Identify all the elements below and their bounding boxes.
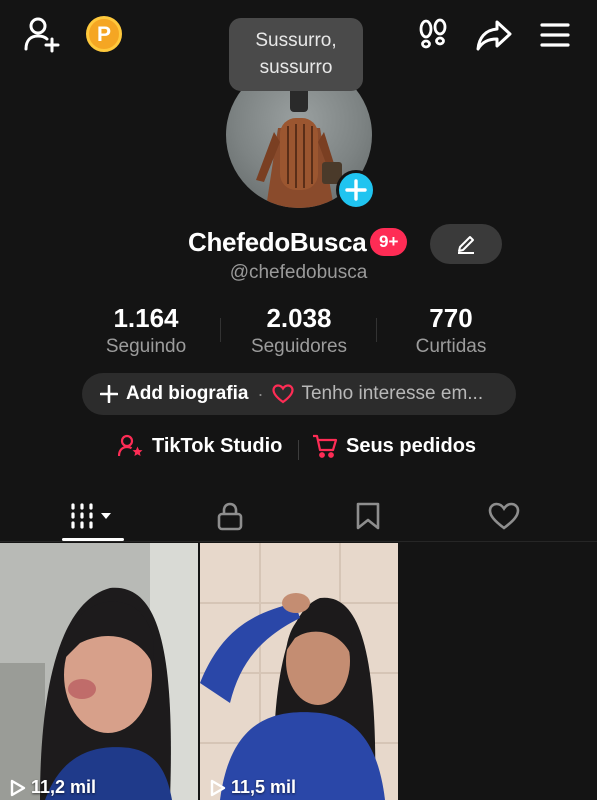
name-row: ChefedoBusca 9+: [0, 224, 597, 264]
tab-private[interactable]: [200, 490, 260, 542]
view-count-text: 11,2 mil: [31, 777, 97, 797]
video-grid: 11,2 mil 11,5 mil: [0, 543, 597, 800]
tooltip-line-1: Sussurro,: [255, 30, 337, 51]
heart-icon: [272, 384, 295, 404]
share-icon[interactable]: [474, 16, 514, 54]
heart-outline-icon: [488, 502, 520, 530]
add-story-button[interactable]: [336, 170, 376, 210]
video-thumbnail[interactable]: 11,5 mil: [200, 543, 398, 800]
bio-separator: ·: [257, 383, 264, 404]
video-thumbnail[interactable]: 11,2 mil: [0, 543, 198, 800]
links-divider: [298, 440, 299, 460]
stat-value: 770: [429, 303, 473, 333]
username: ChefedoBusca: [188, 227, 367, 257]
play-icon: [10, 779, 26, 796]
cart-icon: [313, 434, 338, 458]
profile-handle: @chefedobusca: [229, 262, 368, 283]
stat-value: 1.164: [113, 303, 179, 333]
stat-value: 2.038: [266, 303, 332, 333]
bookmark-icon: [356, 502, 380, 530]
tiktok-studio-label: TikTok Studio: [152, 434, 283, 457]
tab-liked[interactable]: [474, 490, 534, 542]
stat-likes[interactable]: 770 Curtidas: [366, 302, 536, 360]
stats-row: 1.164 Seguindo 2.038 Seguidores 770 Curt…: [0, 302, 597, 362]
pencil-icon: [458, 236, 474, 254]
view-count-text: 11,5 mil: [231, 777, 297, 797]
add-friend-icon[interactable]: [22, 14, 62, 54]
plus-icon: [100, 385, 118, 403]
tab-videos[interactable]: [62, 490, 124, 542]
coin-letter: P: [96, 22, 111, 46]
tiktok-studio-link[interactable]: TikTok Studio: [118, 434, 282, 458]
menu-icon[interactable]: [536, 18, 574, 52]
interests-label[interactable]: Tenho interesse em...: [301, 383, 483, 405]
orders-link[interactable]: Seus pedidos: [312, 434, 476, 458]
coin-icon[interactable]: P: [86, 16, 122, 52]
tab-saved[interactable]: [338, 490, 398, 542]
stat-followers[interactable]: 2.038 Seguidores: [214, 302, 384, 360]
view-count: 11,5 mil: [210, 777, 296, 798]
tooltip-line-2: sussurro: [259, 57, 333, 78]
view-count: 11,2 mil: [10, 777, 96, 798]
stat-label: Seguidores: [250, 336, 348, 357]
stat-label: Curtidas: [415, 336, 487, 357]
add-bio-label[interactable]: Add biografia: [126, 383, 248, 405]
play-icon: [210, 779, 226, 796]
studio-icon: [118, 434, 143, 457]
video-thumbnail-image: [200, 543, 398, 800]
stat-following[interactable]: 1.164 Seguindo: [61, 302, 231, 360]
bio-bar[interactable]: Add biografia · Tenho interesse em...: [82, 373, 516, 415]
active-tab-indicator: [62, 538, 124, 541]
content-tabs: [0, 490, 597, 542]
stat-label: Seguindo: [105, 336, 187, 357]
notification-badge[interactable]: 9+: [370, 228, 408, 256]
profile-links: TikTok Studio Seus pedidos: [0, 434, 597, 464]
grid-filter-icon: [71, 503, 111, 529]
edit-profile-button[interactable]: [430, 224, 502, 264]
video-thumbnail-image: [0, 543, 198, 800]
plus-icon: [345, 179, 367, 201]
orders-label: Seus pedidos: [346, 434, 477, 457]
footprints-icon[interactable]: [414, 16, 452, 54]
whisper-tooltip[interactable]: Sussurro, sussurro: [229, 18, 363, 91]
lock-icon: [217, 502, 243, 531]
